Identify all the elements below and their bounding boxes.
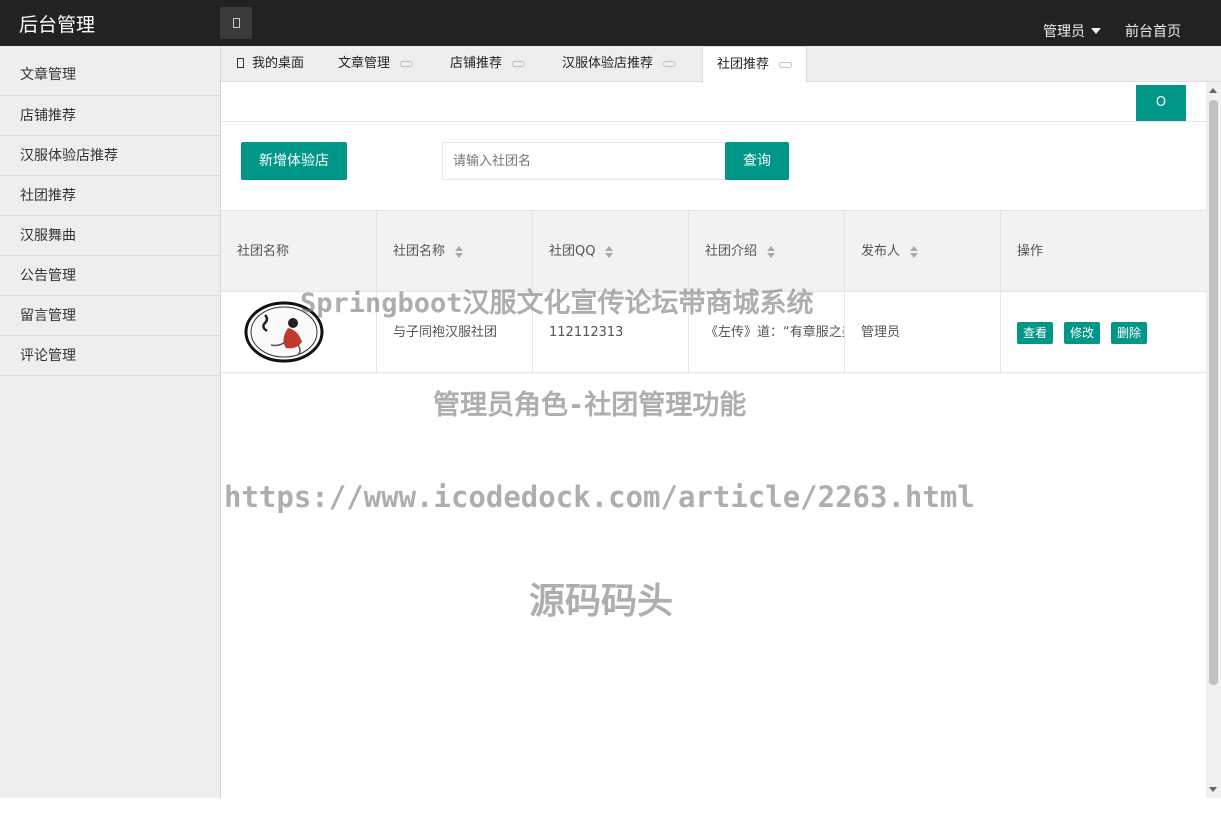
edit-button[interactable]: 修改	[1064, 321, 1101, 344]
tab-articles[interactable]: 文章管理	[324, 46, 427, 82]
tab-bar: 我的桌面 文章管理 店铺推荐 汉服体验店推荐 社团推荐	[221, 46, 1221, 83]
sidebar-item-comments[interactable]: 评论管理	[0, 336, 220, 376]
column-header-qq[interactable]: 社团QQ	[533, 211, 689, 291]
query-button[interactable]: 查询	[725, 142, 789, 180]
sort-icon[interactable]	[455, 245, 464, 258]
tab-label: 文章管理	[338, 56, 391, 71]
menu-icon	[232, 18, 240, 28]
tab-label: 店铺推荐	[450, 56, 503, 71]
menu-toggle-button[interactable]	[220, 7, 252, 39]
vertical-scrollbar[interactable]	[1206, 82, 1221, 798]
app-title: 后台管理	[19, 14, 96, 36]
tab-label: 汉服体验店推荐	[562, 56, 654, 71]
sort-icon[interactable]	[767, 245, 776, 258]
sidebar-item-dances[interactable]: 汉服舞曲	[0, 216, 220, 256]
tab-shops[interactable]: 店铺推荐	[436, 46, 539, 82]
sidebar-item-clubs[interactable]: 社团推荐	[0, 176, 220, 216]
publisher-cell: 管理员	[845, 292, 1001, 372]
tab-label: 社团推荐	[717, 57, 770, 72]
sidebar-item-messages[interactable]: 留言管理	[0, 296, 220, 336]
scroll-up-icon[interactable]	[1209, 88, 1217, 93]
top-header: 后台管理 管理员 前台首页	[0, 0, 1221, 46]
sort-icon[interactable]	[605, 245, 614, 258]
home-icon	[237, 58, 244, 68]
watermark-title: Springboot汉服文化宣传论坛带商城系统	[300, 288, 814, 319]
close-icon[interactable]	[779, 61, 793, 68]
close-icon[interactable]	[400, 60, 414, 67]
front-home-link[interactable]: 前台首页	[1125, 21, 1181, 41]
sort-icon[interactable]	[910, 245, 919, 258]
sidebar: 文章管理 店铺推荐 汉服体验店推荐 社团推荐 汉服舞曲 公告管理 留言管理 评论…	[0, 46, 221, 798]
divider	[221, 121, 1206, 122]
sidebar-item-experience-stores[interactable]: 汉服体验店推荐	[0, 136, 220, 176]
admin-dropdown[interactable]: 管理员	[1043, 21, 1101, 41]
admin-label: 管理员	[1043, 24, 1085, 40]
delete-button[interactable]: 删除	[1111, 321, 1148, 344]
scroll-thumb[interactable]	[1209, 100, 1218, 685]
tab-label: 我的桌面	[252, 56, 305, 71]
scroll-down-icon[interactable]	[1209, 787, 1217, 792]
watermark-subtitle: 管理员角色-社团管理功能	[433, 390, 747, 421]
tab-desktop[interactable]: 我的桌面	[223, 46, 318, 82]
tab-experience-stores[interactable]: 汉服体验店推荐	[548, 46, 690, 82]
refresh-button[interactable]: Ο	[1136, 85, 1186, 121]
column-header-intro[interactable]: 社团介绍	[689, 211, 845, 291]
column-header-publisher[interactable]: 发布人	[845, 211, 1001, 291]
watermark-brand: 源码码头	[529, 581, 674, 622]
close-icon[interactable]	[663, 60, 677, 67]
add-store-button[interactable]: 新增体验店	[241, 142, 347, 180]
sidebar-item-articles[interactable]: 文章管理	[0, 46, 220, 96]
view-button[interactable]: 查看	[1017, 321, 1054, 344]
sidebar-item-shops[interactable]: 店铺推荐	[0, 96, 220, 136]
refresh-icon: Ο	[1155, 95, 1167, 110]
column-header-image: 社团名称	[221, 211, 377, 291]
sidebar-item-notices[interactable]: 公告管理	[0, 256, 220, 296]
club-search-input[interactable]	[442, 142, 726, 180]
column-header-name[interactable]: 社团名称	[377, 211, 533, 291]
watermark-url: https://www.icodedock.com/article/2263.h…	[224, 480, 975, 514]
tab-clubs[interactable]: 社团推荐	[702, 46, 808, 83]
caret-down-icon	[1091, 28, 1101, 34]
actions-cell: 查看 修改 删除	[1001, 292, 1206, 372]
table-header: 社团名称 社团名称 社团QQ 社团介绍 发布人 操作	[221, 211, 1206, 292]
close-icon[interactable]	[512, 60, 526, 67]
column-header-actions: 操作	[1017, 244, 1044, 259]
